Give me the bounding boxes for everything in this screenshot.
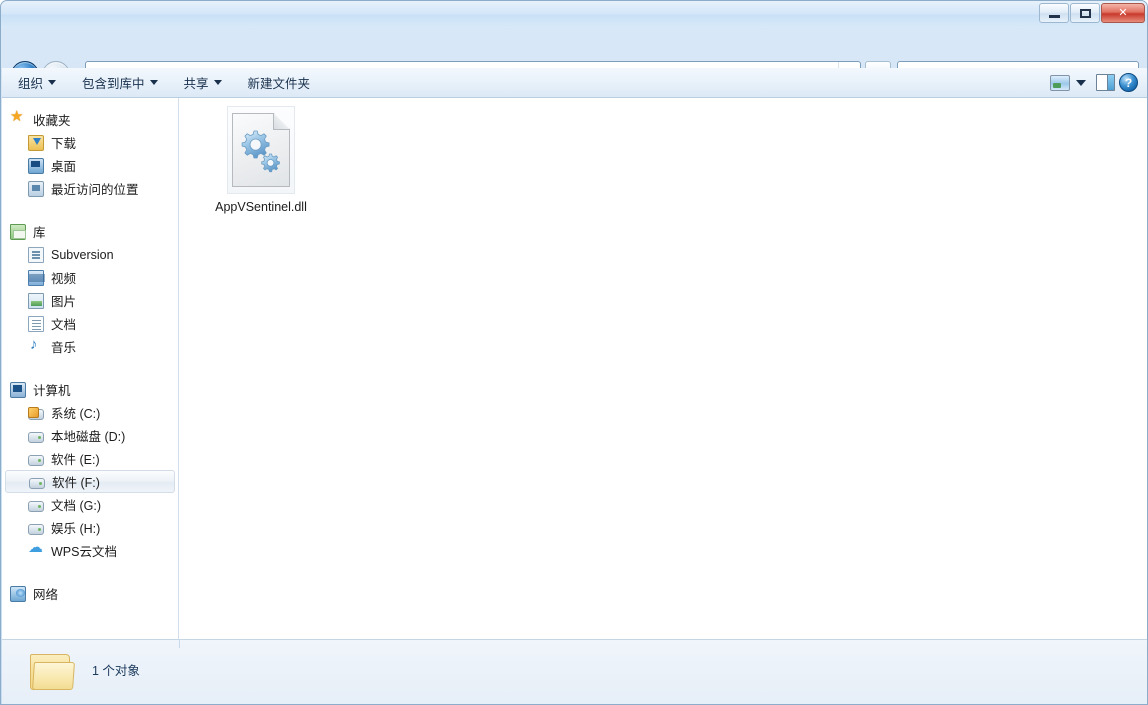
sidebar-divider [2, 358, 178, 378]
chevron-down-icon [48, 80, 57, 85]
sidebar-item-computer[interactable]: 计算机 [2, 378, 178, 401]
gears-icon [241, 130, 280, 173]
sidebar-label: 文档 [51, 318, 77, 332]
downloads-icon [28, 134, 44, 151]
documents-icon [28, 315, 44, 332]
sidebar-item-drive-h[interactable]: 娱乐 (H:) [2, 516, 178, 539]
close-button[interactable]: ✕ [1101, 3, 1145, 23]
sidebar-item-wps-cloud[interactable]: WPS云文档 [2, 539, 178, 562]
drive-icon [28, 500, 44, 512]
cloud-icon [28, 540, 44, 559]
help-icon[interactable]: ? [1119, 73, 1138, 92]
navigation-pane[interactable]: 收藏夹 下载 桌面 最近访问的位置 库 Subversion [2, 98, 179, 639]
sidebar-label: 软件 (E:) [51, 453, 100, 467]
drive-icon [28, 523, 44, 535]
drive-icon [28, 454, 44, 466]
include-in-library-button[interactable]: 包含到库中 [72, 72, 168, 94]
sidebar-label: 图片 [51, 295, 77, 309]
preview-pane-icon[interactable] [1096, 74, 1115, 91]
sidebar-label: 音乐 [51, 341, 77, 355]
sidebar-label: Subversion [51, 247, 114, 262]
file-icon-container[interactable] [227, 106, 295, 194]
include-in-library-label: 包含到库中 [82, 77, 145, 91]
star-icon [10, 109, 26, 128]
sidebar-item-libraries[interactable]: 库 [2, 220, 178, 243]
command-bar-right: ? [1050, 73, 1147, 92]
sidebar-label: 本地磁盘 (D:) [51, 430, 126, 444]
file-name-label: AppVSentinel.dll [215, 200, 307, 214]
drive-icon [28, 431, 44, 443]
sidebar-item-drive-f[interactable]: 软件 (F:) [5, 470, 175, 493]
music-icon [28, 337, 44, 355]
item-count-label: 1 个对象 [92, 664, 140, 678]
view-options-icon[interactable] [1050, 74, 1070, 91]
subversion-icon [28, 246, 44, 263]
file-list-view[interactable]: AppVSentinel.dll [180, 98, 1147, 639]
sidebar-label: 软件 (F:) [52, 476, 100, 490]
explorer-window: ✕ ◀ ▶ 计算机 软件 (F:) 系统之家 新建文件夹 (17) appvse… [0, 0, 1148, 705]
sidebar-label: 视频 [51, 272, 77, 286]
sidebar-label: 收藏夹 [33, 114, 71, 128]
sidebar-label: 网络 [33, 588, 59, 602]
sidebar-label: 娱乐 (H:) [51, 522, 101, 536]
sidebar-item-downloads[interactable]: 下载 [2, 131, 178, 154]
sidebar-label: 下载 [51, 137, 77, 151]
chevron-down-icon [213, 80, 222, 85]
status-divider [179, 640, 180, 648]
sidebar-divider [2, 562, 178, 582]
sidebar-item-drive-e[interactable]: 软件 (E:) [2, 447, 178, 470]
sidebar-label: 桌面 [51, 160, 77, 174]
share-label: 共享 [183, 77, 209, 91]
maximize-button[interactable] [1070, 3, 1100, 23]
sidebar-item-favorites[interactable]: 收藏夹 [2, 108, 178, 131]
sidebar-label: WPS云文档 [51, 545, 117, 559]
pictures-icon [28, 292, 44, 309]
organize-button[interactable]: 组织 [8, 72, 66, 94]
sidebar-label: 库 [33, 226, 46, 240]
command-bar: 组织 包含到库中 共享 新建文件夹 ? [2, 68, 1147, 98]
sidebar-item-drive-d[interactable]: 本地磁盘 (D:) [2, 424, 178, 447]
title-bar[interactable]: ✕ [1, 1, 1147, 28]
computer-icon [10, 381, 26, 398]
share-button[interactable]: 共享 [174, 72, 232, 94]
videos-icon [28, 269, 45, 286]
file-item[interactable]: AppVSentinel.dll [206, 106, 316, 215]
organize-label: 组织 [18, 77, 44, 91]
sidebar-item-music[interactable]: 音乐 [2, 335, 178, 358]
sidebar-label: 计算机 [33, 384, 71, 398]
close-icon: ✕ [1118, 6, 1128, 19]
network-icon [10, 585, 26, 602]
sidebar-label: 系统 (C:) [51, 407, 101, 421]
dll-file-icon [232, 113, 290, 187]
minimize-icon [1048, 14, 1060, 18]
sidebar-divider [2, 200, 178, 220]
new-folder-button[interactable]: 新建文件夹 [238, 72, 321, 94]
sidebar-item-drive-c[interactable]: 系统 (C:) [2, 401, 178, 424]
chevron-down-icon [149, 80, 158, 85]
sidebar-item-subversion[interactable]: Subversion [2, 243, 178, 266]
system-drive-icon [28, 406, 44, 420]
sidebar-item-desktop[interactable]: 桌面 [2, 154, 178, 177]
sidebar-item-documents[interactable]: 文档 [2, 312, 178, 335]
status-bar: 1 个对象 [2, 639, 1147, 704]
maximize-icon [1079, 8, 1091, 18]
sidebar-item-network[interactable]: 网络 [2, 582, 178, 605]
explorer-body: 收藏夹 下载 桌面 最近访问的位置 库 Subversion [2, 98, 1147, 639]
sidebar-item-recent-places[interactable]: 最近访问的位置 [2, 177, 178, 200]
chevron-down-icon[interactable] [1076, 79, 1086, 86]
window-controls: ✕ [1038, 3, 1145, 23]
sidebar-label: 文档 (G:) [51, 499, 101, 513]
library-icon [10, 223, 26, 240]
address-row: ◀ ▶ 计算机 软件 (F:) 系统之家 新建文件夹 (17) appvsent… [1, 28, 1147, 89]
recent-places-icon [28, 180, 44, 197]
desktop-icon [28, 157, 44, 174]
minimize-button[interactable] [1039, 3, 1069, 23]
sidebar-item-videos[interactable]: 视频 [2, 266, 178, 289]
folder-icon [30, 654, 75, 692]
drive-icon [29, 477, 45, 489]
sidebar-label: 最近访问的位置 [51, 183, 139, 197]
new-folder-label: 新建文件夹 [247, 77, 311, 91]
sidebar-item-drive-g[interactable]: 文档 (G:) [2, 493, 178, 516]
sidebar-item-pictures[interactable]: 图片 [2, 289, 178, 312]
